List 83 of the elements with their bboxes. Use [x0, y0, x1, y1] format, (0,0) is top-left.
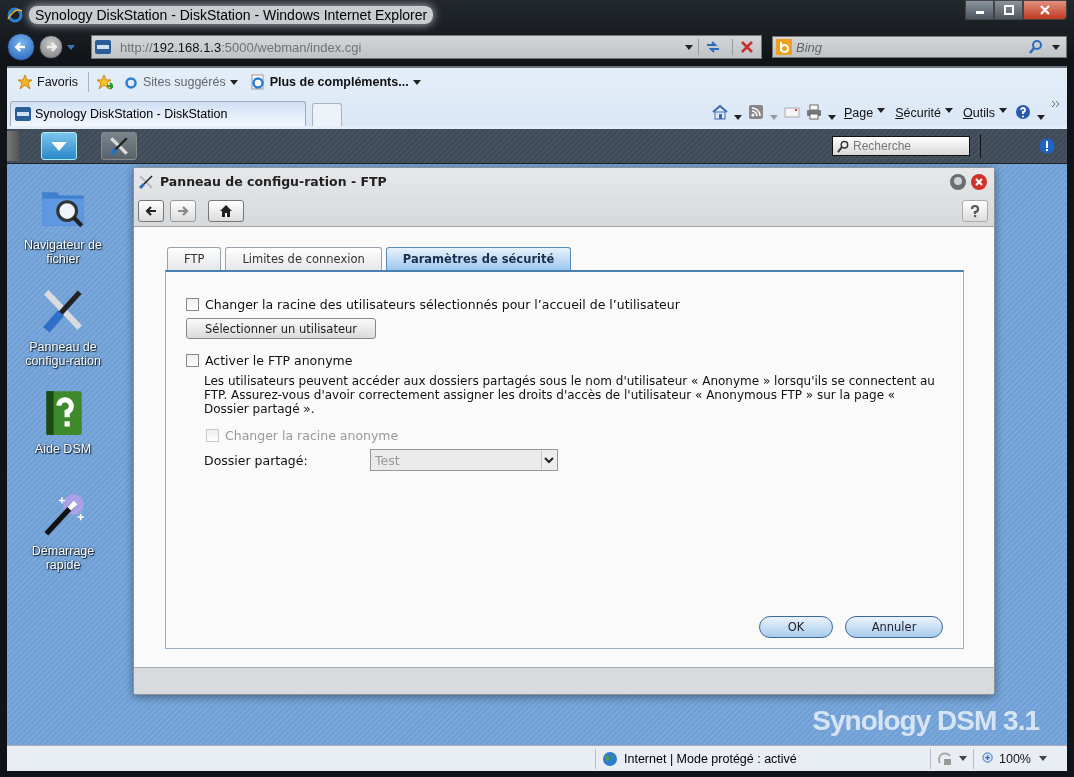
tab[interactable]: Limites de connexion	[225, 247, 382, 270]
forward-button[interactable]	[39, 35, 63, 59]
tab[interactable]: FTP	[167, 247, 222, 270]
caret-icon[interactable]	[1052, 44, 1060, 50]
favorites-link[interactable]: Sites suggérés	[121, 74, 240, 90]
back-button[interactable]	[7, 33, 35, 61]
window-title: Synology DiskStation - DiskStation - Windows Internet Explorer	[29, 6, 434, 24]
caret-icon	[50, 140, 68, 152]
home-icon	[219, 203, 233, 218]
checkbox-label: Changer la racine des utilisateurs sélectionnés pour l’accueil de l’utilisateur	[205, 297, 680, 312]
caret-icon[interactable]	[1039, 756, 1047, 761]
caret-icon[interactable]	[229, 79, 238, 85]
tab[interactable]: Paramètres de sécurité	[385, 247, 572, 270]
security-zone: Internet | Mode protégé : activé	[624, 751, 798, 766]
zoom-button[interactable]: 100%	[980, 751, 1033, 766]
description-text: Les utilisateurs peuvent accéder aux dossiers partagés sous le nom d'utilisateur « Anonyme » lorsqu'ils se connectent au FTP. Assurez-vous d'avoir correctement assigner les droits d'accès de l'utilisateur « Anonymous FTP » sur la page « Dossier partagé ».	[204, 374, 936, 416]
help-button[interactable]	[962, 199, 988, 222]
checkbox-label: Changer la racine anonyme	[225, 428, 399, 443]
site-icon	[95, 39, 111, 55]
url-part: 192.168.1.3	[152, 39, 222, 55]
globe-e-icon	[123, 74, 139, 90]
home-button[interactable]	[208, 199, 244, 222]
search-engine-icon	[776, 39, 792, 55]
search-field[interactable]: Bing	[772, 36, 1067, 58]
caret-icon[interactable]	[1037, 115, 1045, 120]
main-menu-button[interactable]	[41, 132, 77, 160]
caret-icon[interactable]	[959, 756, 967, 761]
favorites-button[interactable]: Favoris	[15, 74, 80, 90]
caret-icon[interactable]	[877, 107, 886, 113]
help-icon[interactable]	[1015, 104, 1031, 120]
left-arrow-icon	[144, 203, 158, 218]
field-label: Dossier partagé:	[204, 452, 309, 468]
desktop-logo: Synology DSM 3.1	[812, 705, 1039, 737]
chevron-icon[interactable]	[1051, 100, 1061, 108]
back-button[interactable]	[138, 199, 164, 222]
add-favorite-icon[interactable]	[97, 74, 113, 90]
star-icon	[17, 74, 33, 90]
command-menu[interactable]: Sécurité	[893, 106, 956, 120]
checkbox[interactable]	[186, 298, 199, 311]
tools-icon	[108, 135, 130, 157]
chevron-down-icon	[541, 451, 557, 469]
document-icon	[249, 74, 266, 90]
control-panel-taskbar-button[interactable]	[101, 132, 137, 160]
select-user-button[interactable]: Sélectionner un utilisateur	[186, 318, 376, 339]
command-menu[interactable]: Page	[841, 106, 888, 120]
taskbar-grip[interactable]	[7, 131, 19, 161]
url-part: http://	[120, 39, 153, 55]
site-icon	[15, 106, 31, 122]
tools-icon	[138, 173, 154, 190]
checkbox-label: Activer le FTP anonyme	[205, 353, 353, 368]
minimize-button[interactable]	[949, 172, 967, 191]
address-field[interactable]: http://192.168.1.3:5000/webman/index.cgi	[91, 35, 762, 59]
checkbox[interactable]	[186, 354, 199, 367]
globe-icon	[602, 750, 618, 767]
search-icon	[837, 139, 850, 153]
caret-icon[interactable]	[999, 107, 1007, 113]
browser-logo-icon	[7, 7, 23, 23]
command-menu[interactable]: Outils	[961, 106, 1009, 120]
question-mark-icon	[968, 203, 982, 218]
browser-tab[interactable]: Synology DiskStation - DiskStation	[10, 101, 306, 126]
caret-icon[interactable]	[412, 79, 421, 85]
url-part: :5000/webman/index.cgi	[221, 39, 362, 55]
zoom-in-icon	[982, 752, 995, 765]
home-icon[interactable]	[711, 104, 728, 120]
search-field[interactable]: Recherche	[832, 136, 970, 156]
caret-icon[interactable]	[945, 107, 954, 113]
close-button[interactable]	[1023, 0, 1067, 20]
right-arrow-icon	[176, 203, 190, 218]
notification-icon[interactable]	[1039, 138, 1055, 154]
close-icon	[1040, 5, 1050, 15]
maximize-button[interactable]	[994, 0, 1023, 20]
favorites-link[interactable]: Plus de compléments...	[247, 74, 423, 90]
dialog-title: Panneau de configu-ration - FTP	[160, 174, 387, 189]
maximize-icon	[1003, 5, 1014, 15]
printer-icon[interactable]	[805, 104, 822, 120]
caret-icon[interactable]	[733, 115, 742, 120]
dialog-button[interactable]: OK	[759, 616, 833, 638]
minimize-button[interactable]	[965, 0, 994, 20]
caret-icon[interactable]	[827, 115, 836, 120]
close-button[interactable]	[970, 172, 988, 191]
dialog-button[interactable]: Annuler	[845, 616, 943, 638]
feed-icon[interactable]	[747, 104, 764, 120]
caret-icon[interactable]	[685, 44, 693, 50]
